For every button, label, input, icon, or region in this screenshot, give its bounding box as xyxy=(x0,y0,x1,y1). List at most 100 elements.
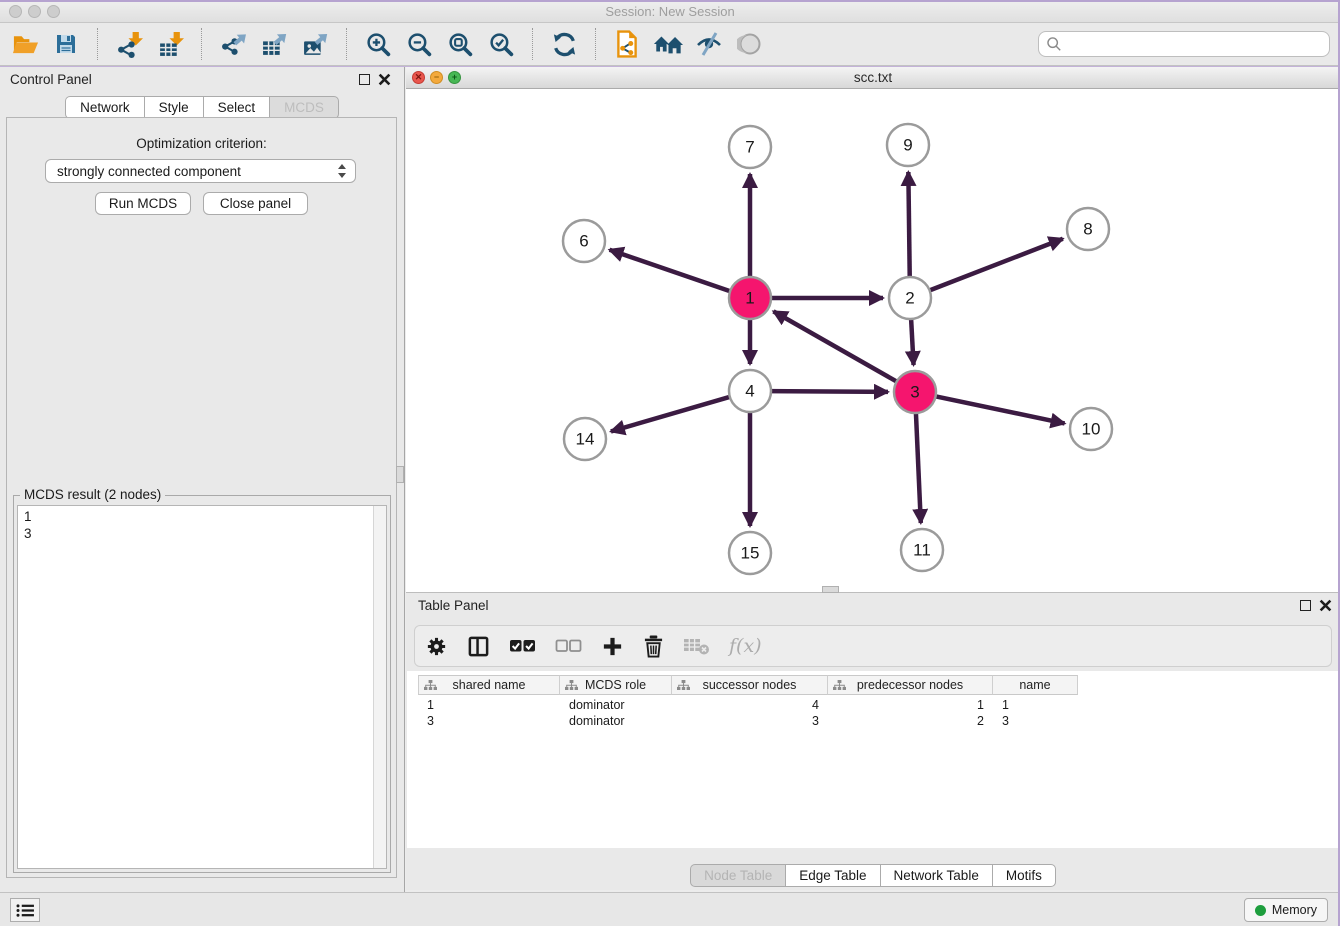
tab-node-table[interactable]: Node Table xyxy=(690,864,785,887)
node-2[interactable]: 2 xyxy=(889,277,931,319)
search-field[interactable] xyxy=(1038,31,1330,57)
cell-mcds-role[interactable]: dominator xyxy=(560,713,672,729)
edge-2-3[interactable] xyxy=(911,317,914,365)
criterion-dropdown[interactable]: strongly connected component xyxy=(45,159,356,183)
cell-successor-nodes[interactable]: 3 xyxy=(672,713,828,729)
zoom-selected-icon[interactable] xyxy=(486,29,516,59)
memory-button[interactable]: Memory xyxy=(1244,898,1328,922)
run-mcds-button[interactable]: Run MCDS xyxy=(95,192,191,215)
open-file-icon[interactable] xyxy=(10,29,40,59)
column-header-mcds-role[interactable]: MCDS role xyxy=(560,675,672,695)
close-panel-icon[interactable] xyxy=(378,73,391,86)
column-label: successor nodes xyxy=(703,678,797,692)
mcds-result-list[interactable]: 1 3 xyxy=(17,505,387,869)
splitter-grip-vertical[interactable] xyxy=(396,466,404,483)
cell-name[interactable]: 1 xyxy=(993,697,1078,713)
float-panel-icon[interactable] xyxy=(359,74,370,85)
network-canvas[interactable]: 7 9 6 8 1 2 4 3 14 10 15 11 xyxy=(406,89,1340,592)
node-10[interactable]: 10 xyxy=(1070,408,1112,450)
table-row[interactable]: 3dominator323 xyxy=(418,713,1078,729)
edge-3-1[interactable] xyxy=(773,311,898,382)
result-scrollbar[interactable] xyxy=(373,506,386,868)
show-all-icon[interactable] xyxy=(735,29,765,59)
zoom-in-icon[interactable] xyxy=(363,29,393,59)
apply-layout-icon[interactable] xyxy=(549,29,579,59)
svg-text:2: 2 xyxy=(905,289,914,308)
splitter-grip-horizontal[interactable] xyxy=(822,586,839,593)
tab-select[interactable]: Select xyxy=(203,96,270,119)
cell-predecessor-nodes[interactable]: 1 xyxy=(828,697,993,713)
network-window-title: scc.txt xyxy=(406,70,1340,85)
edge-2-8[interactable] xyxy=(928,239,1063,291)
svg-text:14: 14 xyxy=(576,430,595,449)
node-3[interactable]: 3 xyxy=(894,371,936,413)
cell-shared-name[interactable]: 1 xyxy=(418,697,560,713)
import-table-icon[interactable] xyxy=(155,29,185,59)
node-8[interactable]: 8 xyxy=(1067,208,1109,250)
cell-name[interactable]: 3 xyxy=(993,713,1078,729)
import-network-icon[interactable] xyxy=(114,29,144,59)
export-image-icon[interactable] xyxy=(300,29,330,59)
edge-3-10[interactable] xyxy=(934,396,1065,424)
mcds-panel: Optimization criterion: strongly connect… xyxy=(6,117,397,878)
list-icon xyxy=(16,903,35,918)
node-1[interactable]: 1 xyxy=(729,277,771,319)
close-table-panel-icon[interactable] xyxy=(1319,599,1332,612)
save-session-icon[interactable] xyxy=(51,29,81,59)
content-top-highlight xyxy=(0,66,1340,67)
hide-selected-icon[interactable] xyxy=(694,29,724,59)
toolbar-separator xyxy=(595,28,596,60)
network-window-titlebar[interactable]: ✕ − + scc.txt xyxy=(406,67,1340,89)
column-header-predecessor-nodes[interactable]: predecessor nodes xyxy=(828,675,993,695)
column-header-shared-name[interactable]: shared name xyxy=(418,675,560,695)
shared-column-icon xyxy=(833,680,846,691)
function-builder-icon[interactable]: f(x) xyxy=(729,631,762,661)
add-column-icon[interactable] xyxy=(601,631,624,661)
tab-mcds[interactable]: MCDS xyxy=(269,96,339,119)
node-14[interactable]: 14 xyxy=(564,418,606,460)
table-row[interactable]: 1dominator411 xyxy=(418,697,1078,713)
column-header-successor-nodes[interactable]: successor nodes xyxy=(672,675,828,695)
export-network-icon[interactable] xyxy=(218,29,248,59)
tab-network[interactable]: Network xyxy=(65,96,144,119)
search-input[interactable] xyxy=(1067,37,1322,52)
float-table-panel-icon[interactable] xyxy=(1300,600,1311,611)
tab-edge-table[interactable]: Edge Table xyxy=(785,864,879,887)
deselect-all-icon[interactable] xyxy=(555,631,582,661)
task-history-button[interactable] xyxy=(10,898,40,922)
export-table-icon[interactable] xyxy=(259,29,289,59)
tab-network-table[interactable]: Network Table xyxy=(880,864,992,887)
cell-shared-name[interactable]: 3 xyxy=(418,713,560,729)
select-all-icon[interactable] xyxy=(509,631,536,661)
first-neighbors-icon[interactable] xyxy=(653,29,683,59)
column-layout-icon[interactable] xyxy=(467,631,490,661)
edge-2-9[interactable] xyxy=(908,172,909,279)
cell-predecessor-nodes[interactable]: 2 xyxy=(828,713,993,729)
node-15[interactable]: 15 xyxy=(729,532,771,574)
edge-3-11[interactable] xyxy=(916,411,921,523)
edge-4-3[interactable] xyxy=(769,391,888,392)
cell-mcds-role[interactable]: dominator xyxy=(560,697,672,713)
column-header-name[interactable]: name xyxy=(993,675,1078,695)
delete-table-icon[interactable] xyxy=(683,631,710,661)
zoom-out-icon[interactable] xyxy=(404,29,434,59)
table-settings-icon[interactable] xyxy=(425,631,448,661)
edge-4-14[interactable] xyxy=(611,396,732,431)
close-panel-button[interactable]: Close panel xyxy=(203,192,308,215)
node-7[interactable]: 7 xyxy=(729,126,771,168)
node-9[interactable]: 9 xyxy=(887,124,929,166)
new-network-icon[interactable] xyxy=(612,29,642,59)
cell-successor-nodes[interactable]: 4 xyxy=(672,697,828,713)
zoom-fit-icon[interactable] xyxy=(445,29,475,59)
tab-style[interactable]: Style xyxy=(144,96,203,119)
node-11[interactable]: 11 xyxy=(901,529,943,571)
delete-column-icon[interactable] xyxy=(643,631,664,661)
node-4[interactable]: 4 xyxy=(729,370,771,412)
panel-splitter[interactable] xyxy=(404,67,405,892)
edge-1-6[interactable] xyxy=(610,250,732,292)
svg-text:1: 1 xyxy=(745,289,754,308)
node-6[interactable]: 6 xyxy=(563,220,605,262)
memory-status-icon xyxy=(1255,905,1266,916)
tab-motifs[interactable]: Motifs xyxy=(992,864,1056,887)
column-label: shared name xyxy=(453,678,526,692)
